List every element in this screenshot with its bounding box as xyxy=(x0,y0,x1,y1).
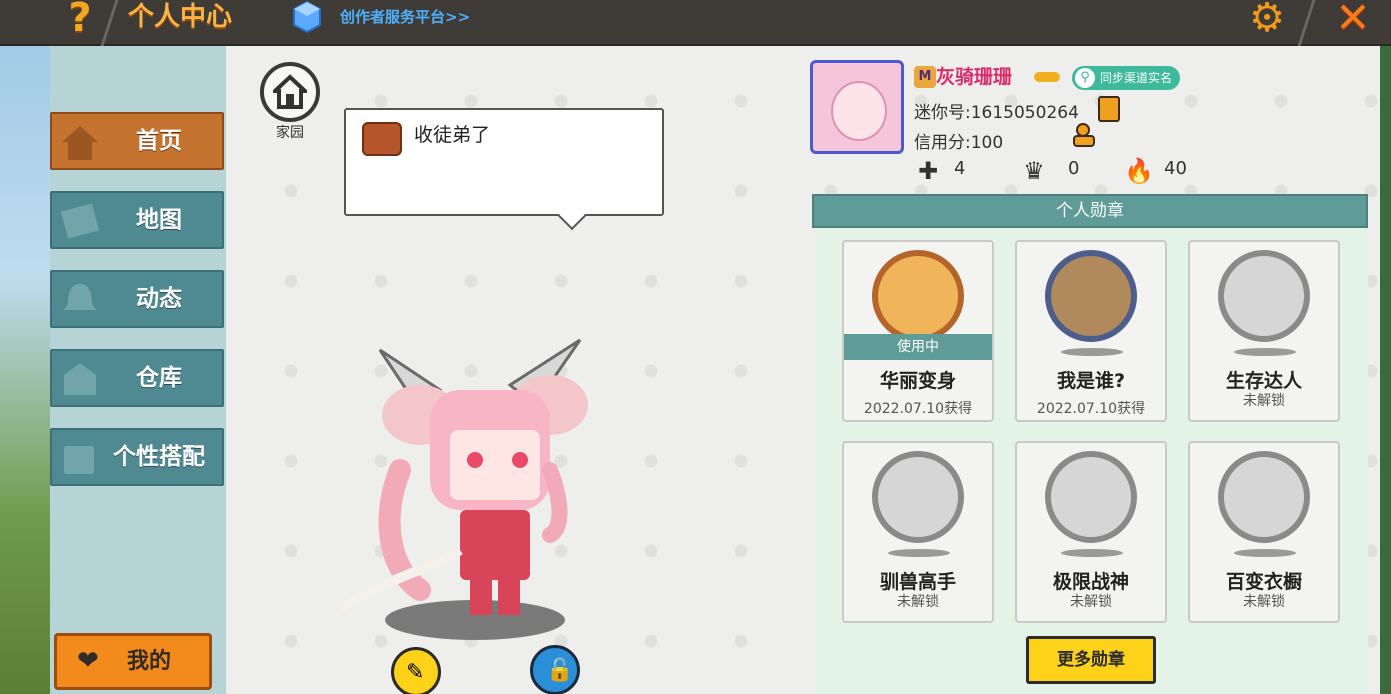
sidebar-item-label: 个性搭配 xyxy=(113,444,205,470)
medal-beast-icon xyxy=(872,451,964,543)
medal-date: 2022.07.10获得 xyxy=(863,401,973,417)
outfit-icon xyxy=(64,446,94,474)
close-button[interactable]: ✕ xyxy=(1330,0,1376,42)
plus-icon: ✚ xyxy=(917,157,939,185)
copy-icon[interactable] xyxy=(1098,96,1120,122)
medal-shadow xyxy=(1234,549,1296,557)
treasure-chest-icon xyxy=(362,122,402,156)
more-medals-button[interactable]: 更多勋章 xyxy=(1026,636,1156,684)
medal-letter-icon xyxy=(1045,250,1137,342)
medal-name: 驯兽高手 xyxy=(879,571,956,593)
sidebar-item-label: 仓库 xyxy=(136,365,182,391)
stat-plus-value: 4 xyxy=(954,158,966,179)
scrollbar[interactable] xyxy=(1380,46,1391,694)
medal-date: 2022.07.10获得 xyxy=(1036,401,1146,417)
medal-status: 未解锁 xyxy=(1070,594,1112,610)
medal-card[interactable]: 我是谁? 2022.07.10获得 xyxy=(1015,240,1167,422)
bubble-text: 收徒弟了 xyxy=(414,124,491,146)
medal-status: 未解锁 xyxy=(897,594,939,610)
medal-dino-icon xyxy=(872,250,964,342)
credit-score: 信用分:100 xyxy=(914,133,1004,153)
medal-fire-icon xyxy=(1218,250,1310,342)
mask-icon xyxy=(1034,72,1060,82)
sync-realname-badge[interactable]: ⚲ 同步渠道实名 xyxy=(1072,66,1181,90)
settings-gear-icon[interactable]: ⚙ xyxy=(1244,0,1290,40)
stat-fans-value: 0 xyxy=(1068,158,1080,179)
medal-card[interactable]: 生存达人 未解锁 xyxy=(1188,240,1340,422)
medal-name: 我是谁? xyxy=(1056,370,1126,392)
avatar[interactable] xyxy=(810,60,904,154)
speech-bubble[interactable]: 收徒弟了 xyxy=(344,108,664,216)
credit-person-icon[interactable] xyxy=(1070,122,1100,148)
divider xyxy=(1297,0,1316,46)
top-bar: ? 个人中心 创作者服务平台>> ⚙ ✕ xyxy=(0,0,1391,46)
medal-status: 未解锁 xyxy=(1243,393,1285,409)
medal-status: 未解锁 xyxy=(1243,594,1285,610)
bell-icon xyxy=(64,284,96,310)
mini-id: 迷你号:1615050264 xyxy=(914,103,1079,123)
sidebar-item-home[interactable]: 首页 xyxy=(50,112,224,170)
medal-card[interactable]: 驯兽高手 未解锁 xyxy=(842,441,994,623)
edit-button[interactable]: ✎ xyxy=(391,647,441,694)
map-icon xyxy=(60,203,100,239)
sidebar-item-label: 首页 xyxy=(136,128,182,154)
medal-card[interactable]: 百变衣橱 未解锁 xyxy=(1188,441,1340,623)
nickname: 灰骑珊珊 xyxy=(936,66,1013,88)
medal-card[interactable]: 极限战神 未解锁 xyxy=(1015,441,1167,623)
homestead-label: 家园 xyxy=(276,125,304,141)
help-button[interactable]: ? xyxy=(58,0,102,42)
homestead-button[interactable] xyxy=(260,62,320,122)
unlock-button[interactable]: 🔓 xyxy=(530,645,580,694)
sync-badge-label: 同步渠道实名 xyxy=(1100,71,1173,85)
unlock-icon: 🔓 xyxy=(546,658,574,683)
medal-name: 华丽变身 xyxy=(879,370,956,392)
medal-shadow xyxy=(888,549,950,557)
sidebar-item-label: 动态 xyxy=(136,286,182,312)
sidebar-item-map[interactable]: 地图 xyxy=(50,191,224,249)
vip-icon: M xyxy=(914,66,936,88)
medal-shadow xyxy=(1061,549,1123,557)
home-icon xyxy=(62,126,98,160)
medal-card[interactable]: 使用中 华丽变身 2022.07.10获得 xyxy=(842,240,994,422)
mine-button[interactable]: ❤ 我的 xyxy=(54,633,212,690)
medal-wardrobe-icon xyxy=(1218,451,1310,543)
sidebar-item-outfit[interactable]: 个性搭配 xyxy=(50,428,224,486)
medal-name: 极限战神 xyxy=(1052,571,1129,593)
medal-name: 生存达人 xyxy=(1225,370,1302,392)
avatar-face xyxy=(831,81,887,141)
person-icon: ⚲ xyxy=(1075,68,1095,88)
medal-boss-icon xyxy=(1045,451,1137,543)
medal-shadow xyxy=(1061,348,1123,356)
page-title: 个人中心 xyxy=(128,2,233,32)
divider xyxy=(100,0,119,46)
fire-icon: 🔥 xyxy=(1124,157,1154,185)
pencil-icon: ✎ xyxy=(406,660,425,685)
heart-icon: ❤ xyxy=(77,646,99,676)
medal-name: 百变衣橱 xyxy=(1225,571,1302,593)
creator-platform-icon[interactable] xyxy=(292,0,322,34)
house-icon xyxy=(273,74,307,109)
stat-fire-value: 40 xyxy=(1164,158,1187,179)
in-use-badge: 使用中 xyxy=(844,334,992,360)
creator-platform-link[interactable]: 创作者服务平台>> xyxy=(340,6,470,27)
fans-icon: ♛ xyxy=(1023,157,1045,185)
sidebar-item-warehouse[interactable]: 仓库 xyxy=(50,349,224,407)
sidebar-item-feed[interactable]: 动态 xyxy=(50,270,224,328)
player-character[interactable] xyxy=(310,320,610,650)
mine-label: 我的 xyxy=(127,649,172,674)
medal-header: 个人勋章 xyxy=(812,194,1368,228)
medal-shadow xyxy=(1234,348,1296,356)
warehouse-icon xyxy=(64,363,96,395)
sidebar-item-label: 地图 xyxy=(136,207,182,233)
sidebar: 首页 地图 动态 仓库 个性搭配 xyxy=(50,46,226,694)
